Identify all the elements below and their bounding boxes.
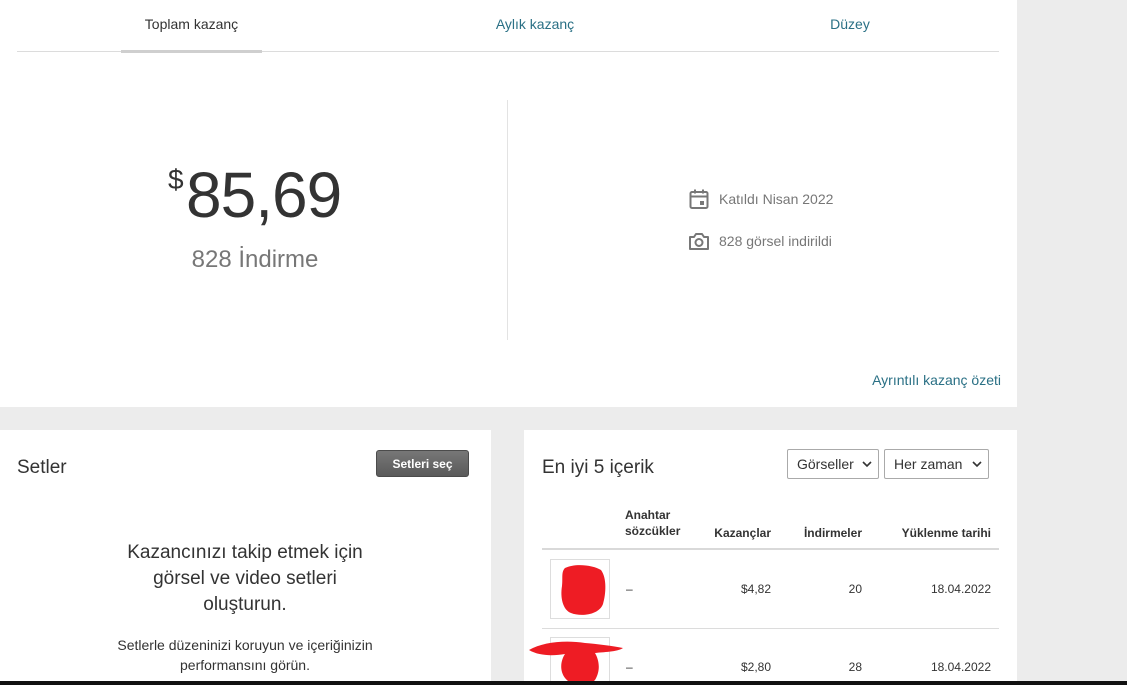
table-row[interactable]: – $4,82 20 18.04.2022 — [542, 551, 999, 629]
cell-upload-date: 18.04.2022 — [930, 582, 991, 596]
time-range-select[interactable]: Her zaman — [884, 449, 989, 479]
cell-earnings: $2,80 — [740, 660, 771, 674]
tab-monthly-earnings[interactable]: Aylık kazanç — [453, 0, 617, 52]
cell-downloads: 28 — [848, 660, 862, 674]
downloads-count: 828 İndirme — [191, 246, 319, 273]
column-earnings: Kazançlar — [714, 526, 771, 540]
sets-empty-description: Setlerle düzeninizi koruyun ve içeriğini… — [117, 637, 373, 673]
choose-sets-button[interactable]: Setleri seç — [376, 450, 469, 477]
sets-title: Setler — [17, 457, 67, 478]
chevron-down-icon — [862, 461, 872, 468]
top-content-card: En iyi 5 içerik Görseller Her zaman Anah… — [524, 430, 1017, 685]
redacted-image — [529, 641, 623, 685]
bottom-edge-bar — [0, 681, 1127, 685]
cell-keywords: – — [626, 582, 633, 596]
cell-upload-date: 18.04.2022 — [930, 660, 991, 674]
top-content-title: En iyi 5 içerik — [542, 457, 654, 478]
currency-symbol: $ — [168, 164, 184, 195]
camera-icon — [689, 233, 709, 250]
calendar-icon — [689, 189, 709, 209]
column-keywords: Anahtar sözcükler — [625, 508, 681, 538]
content-thumbnail[interactable] — [529, 637, 623, 685]
joined-text: Katıldı Nisan 2022 — [719, 191, 834, 207]
redacted-image — [561, 565, 606, 615]
content-type-value: Görseller — [797, 456, 854, 472]
detailed-earnings-summary-link[interactable]: Ayrıntılı kazanç özeti — [872, 372, 1001, 388]
earnings-tabs: Toplam kazanç Aylık kazanç Düzey — [17, 0, 999, 53]
cell-earnings: $4,82 — [740, 582, 771, 596]
table-header: Anahtar sözcükler Kazançlar İndirmeler Y… — [542, 500, 999, 550]
cell-keywords: – — [626, 660, 633, 674]
sets-card: Setler Setleri seç Kazancınızı takip etm… — [0, 430, 491, 685]
table-row[interactable]: – $2,80 28 18.04.2022 — [529, 629, 999, 685]
images-downloaded-text: 828 görsel indirildi — [719, 233, 832, 249]
time-range-value: Her zaman — [894, 456, 963, 472]
content-type-select[interactable]: Görseller — [787, 449, 879, 479]
sets-empty-heading: Kazancınızı takip etmek için görsel ve v… — [127, 542, 363, 615]
cell-downloads: 20 — [848, 582, 862, 596]
column-upload-date: Yüklenme tarihi — [901, 526, 991, 540]
earnings-overview-card: Toplam kazanç Aylık kazanç Düzey $ 85,69… — [0, 0, 1017, 407]
vertical-divider — [507, 100, 508, 340]
joined-info: Katıldı Nisan 2022 — [688, 187, 833, 211]
tab-level[interactable]: Düzey — [785, 0, 915, 52]
column-downloads: İndirmeler — [803, 526, 862, 540]
earnings-value: 85,69 — [186, 159, 342, 231]
content-thumbnail[interactable] — [550, 559, 610, 619]
tab-total-earnings[interactable]: Toplam kazanç — [121, 0, 262, 53]
chevron-down-icon — [972, 461, 982, 468]
images-downloaded-info: 828 görsel indirildi — [688, 229, 832, 253]
